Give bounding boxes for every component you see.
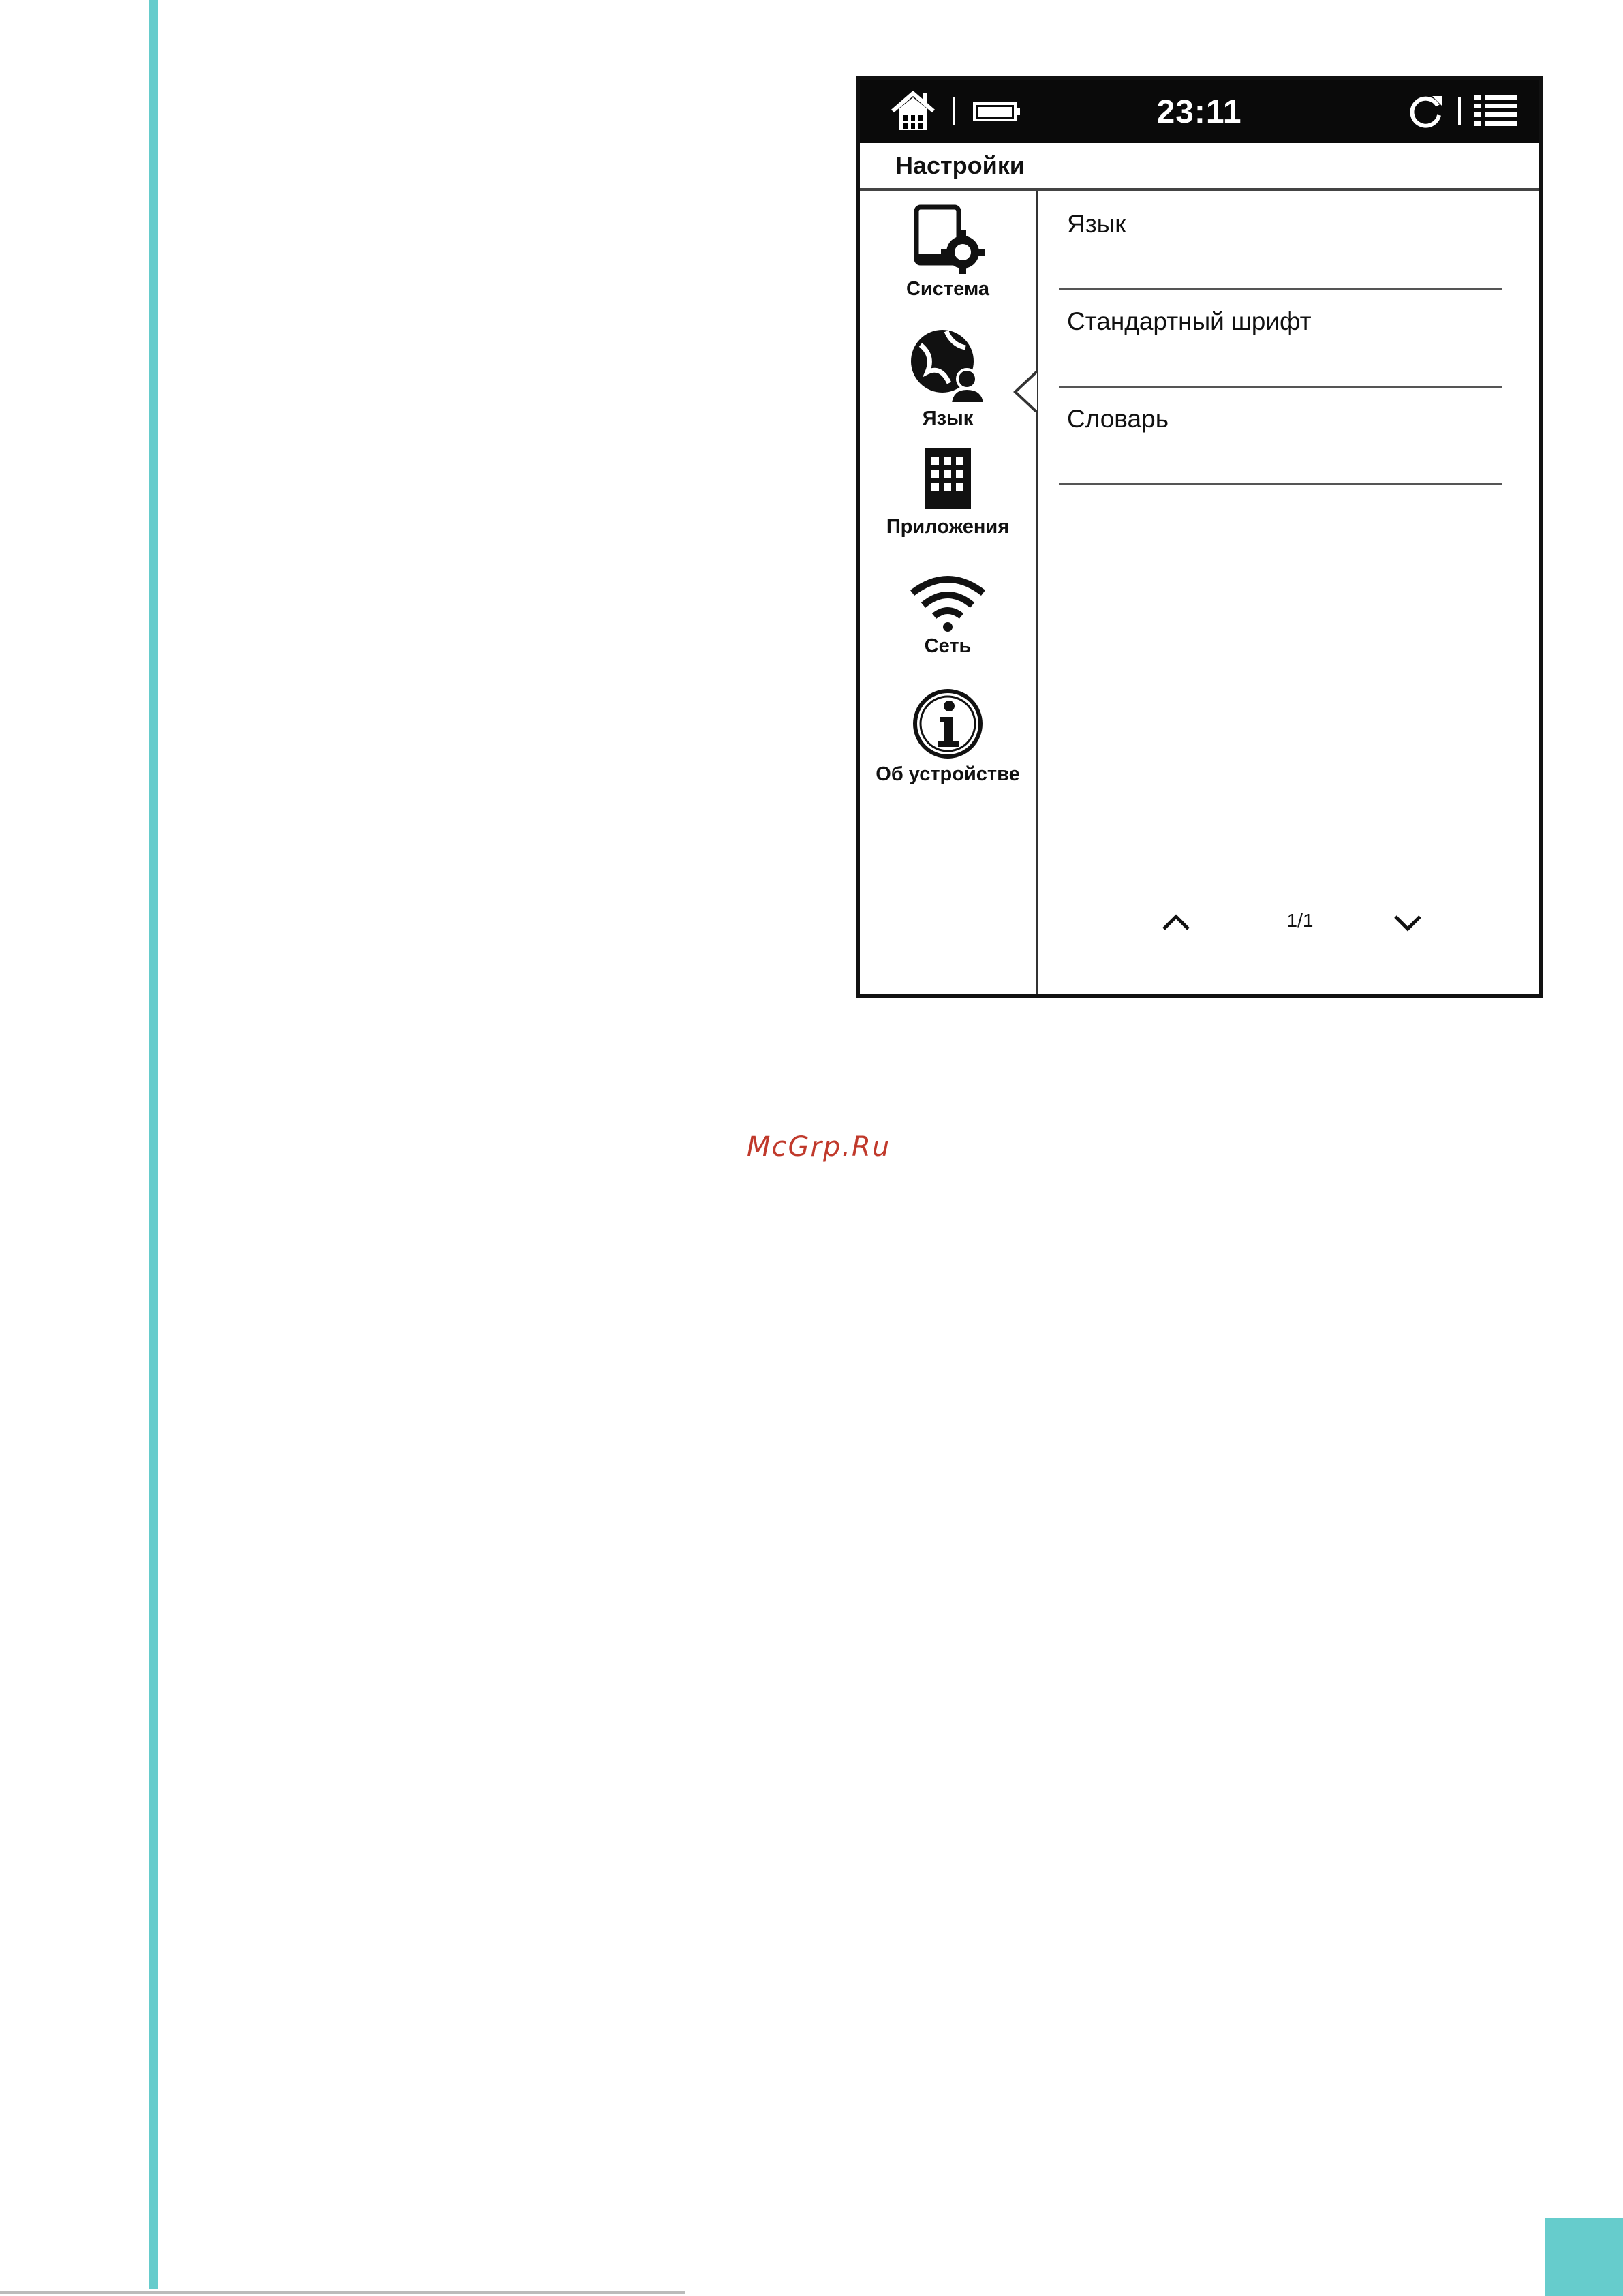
settings-content: Язык Стандартный шрифт Словарь: [1038, 191, 1539, 994]
sidebar-item-label: Об устройстве: [876, 763, 1020, 785]
pagination: 1/1: [860, 904, 1539, 952]
watermark: McGrp.Ru: [747, 1131, 891, 1163]
system-settings-icon: [914, 204, 985, 274]
menu-list-icon[interactable]: [1473, 91, 1518, 132]
page-up-button[interactable]: [1160, 908, 1192, 936]
selection-pointer-icon: [1013, 371, 1037, 412]
sidebar-item-label: Сеть: [924, 635, 972, 657]
status-separator: [1458, 97, 1461, 125]
list-item-language[interactable]: Язык: [1059, 191, 1502, 290]
page-bottom-rule: [0, 2291, 685, 2294]
settings-sidebar: Система Язык Приложения Сеть Об устройст…: [860, 191, 1038, 994]
sidebar-item-language[interactable]: Язык: [860, 324, 1036, 430]
sync-icon[interactable]: [1405, 91, 1446, 132]
settings-title-bar: Настройки: [860, 143, 1539, 191]
apps-grid-icon: [925, 448, 971, 509]
list-item-dictionary[interactable]: Словарь: [1059, 386, 1502, 485]
page-corner-tab: [1545, 2218, 1623, 2296]
sidebar-item-apps[interactable]: Приложения: [860, 445, 1036, 538]
device-screen: 23:11 Настройки Система Язык Приложения …: [856, 76, 1543, 998]
sidebar-item-label: Система: [906, 278, 990, 300]
sidebar-item-label: Язык: [922, 408, 974, 429]
page-margin-bar: [149, 0, 158, 2289]
language-globe-icon: [911, 330, 987, 405]
sidebar-item-system[interactable]: Система: [860, 204, 1036, 301]
list-item-default-font[interactable]: Стандартный шрифт: [1059, 288, 1502, 388]
info-icon: [913, 689, 983, 759]
page-title: Настройки: [895, 151, 1025, 179]
list-item-label: Словарь: [1067, 405, 1169, 433]
list-item-label: Стандартный шрифт: [1067, 307, 1312, 335]
list-item-label: Язык: [1067, 210, 1126, 238]
page-number: 1/1: [1286, 910, 1314, 931]
sidebar-item-label: Приложения: [886, 516, 1010, 538]
sidebar-item-network[interactable]: Сеть: [860, 570, 1036, 658]
wifi-icon: [910, 576, 986, 632]
sidebar-item-about[interactable]: Об устройстве: [860, 687, 1036, 786]
status-bar: 23:11: [860, 80, 1539, 143]
page-down-button[interactable]: [1391, 908, 1424, 936]
